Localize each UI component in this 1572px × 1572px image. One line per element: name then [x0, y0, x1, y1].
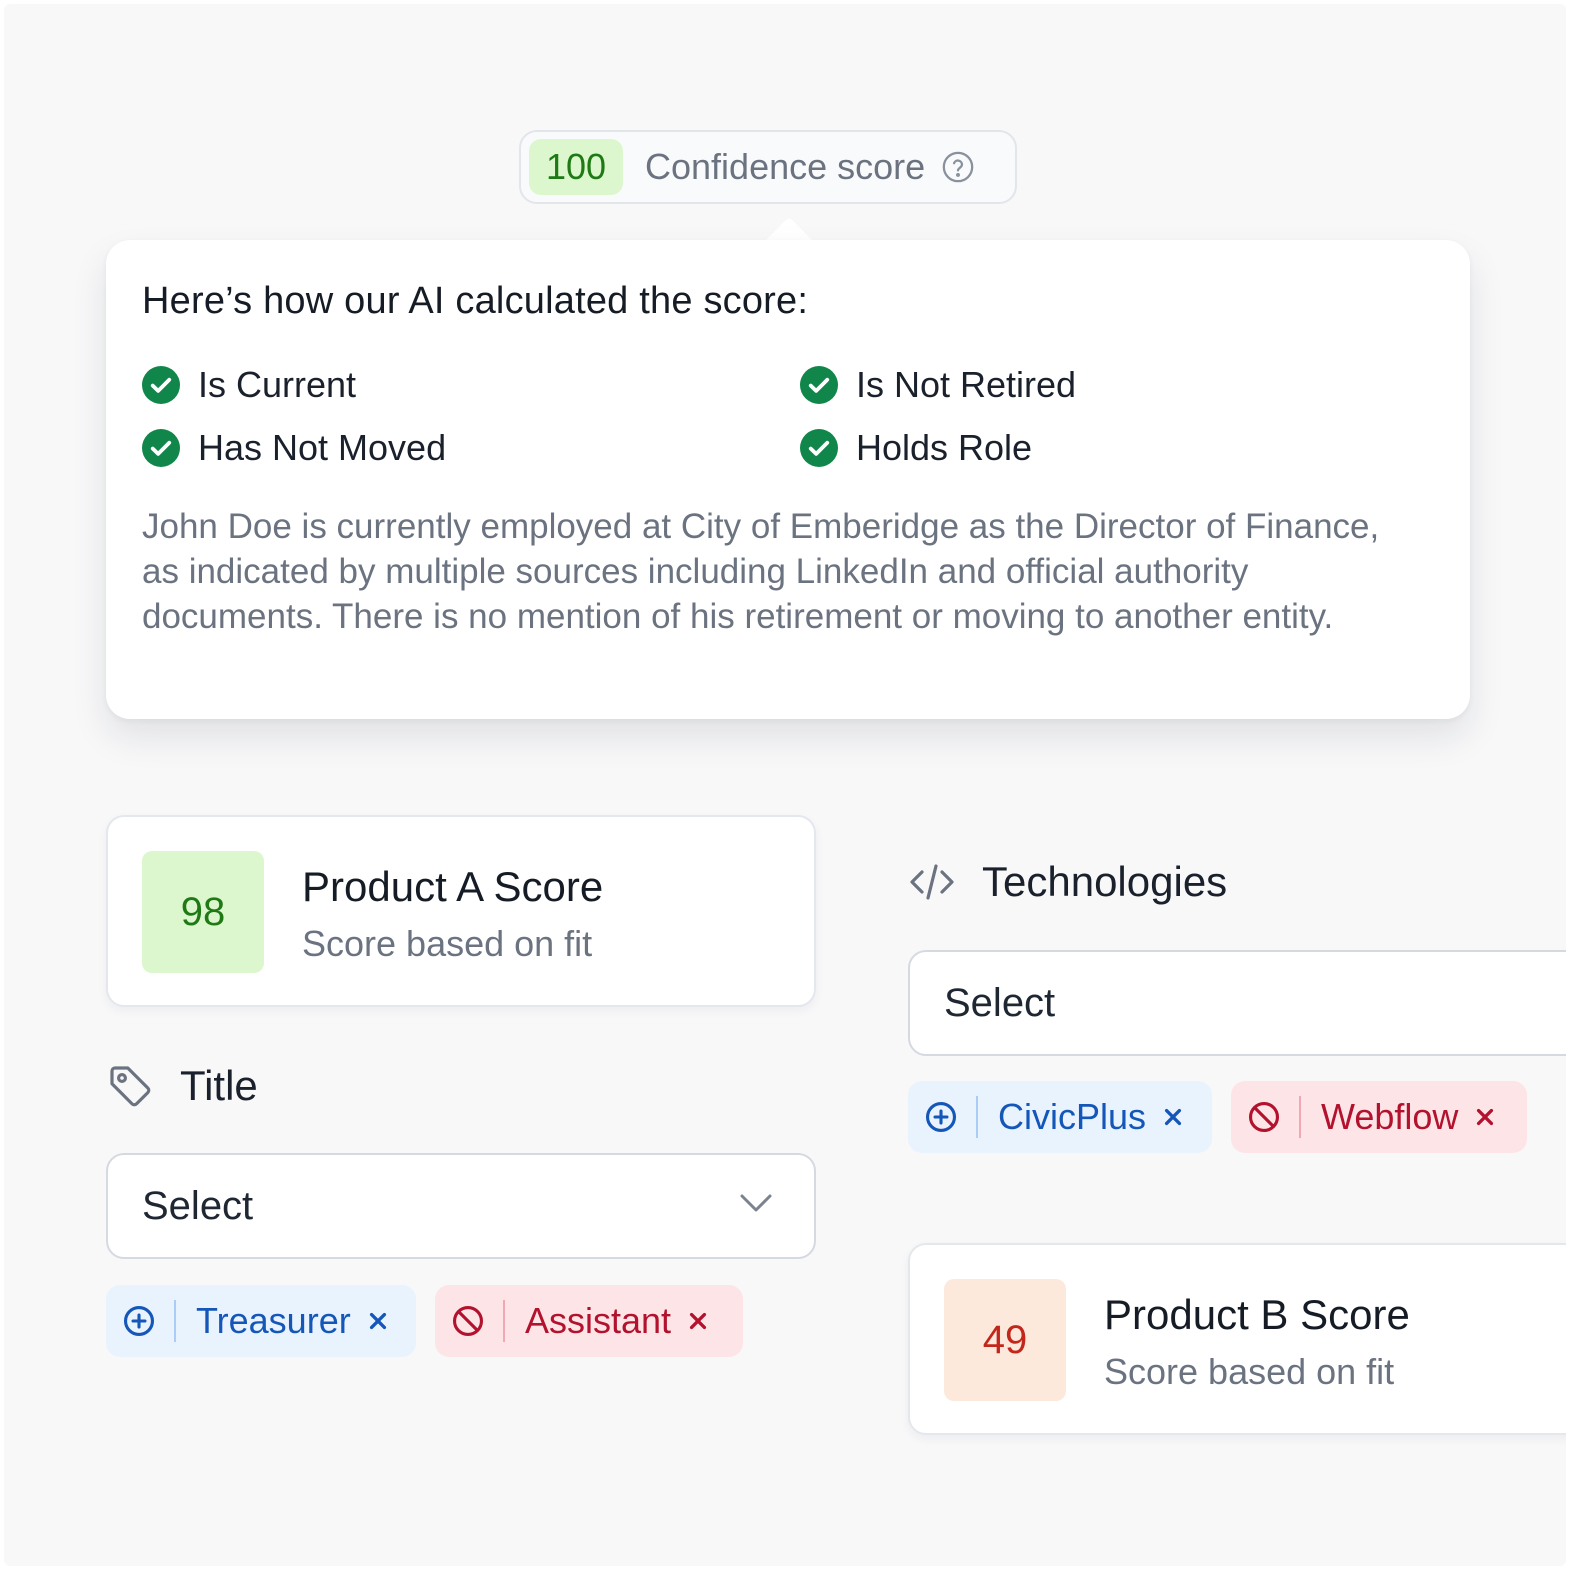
confidence-score-label: Confidence score	[645, 146, 926, 187]
check-label: Has Not Moved	[198, 427, 447, 468]
check-circle-icon	[142, 366, 180, 404]
title-select-value: Select	[142, 1183, 254, 1228]
check-circle-icon	[800, 366, 838, 404]
check-circle-icon	[142, 429, 180, 467]
question-circle-icon[interactable]	[941, 150, 975, 184]
chip-treasurer[interactable]: Treasurer	[106, 1285, 416, 1357]
title-label: Title	[180, 1062, 258, 1109]
chip-separator	[976, 1096, 978, 1138]
confidence-score-value: 100	[529, 139, 623, 195]
close-icon[interactable]	[687, 1310, 709, 1332]
technologies-label: Technologies	[982, 858, 1228, 905]
check-item-has-not-moved: Has Not Moved	[142, 427, 446, 469]
chip-civicplus[interactable]: CivicPlus	[908, 1081, 1212, 1153]
chip-label: CivicPlus	[998, 1096, 1147, 1137]
chip-label: Assistant	[525, 1300, 672, 1341]
check-item-is-current: Is Current	[142, 364, 356, 406]
check-label: Is Current	[198, 364, 357, 405]
product-a-score-subtitle: Score based on fit	[302, 923, 593, 964]
check-item-holds-role: Holds Role	[800, 427, 1032, 469]
chip-separator	[174, 1300, 176, 1342]
check-circle-icon	[800, 429, 838, 467]
chip-label: Treasurer	[196, 1300, 351, 1341]
block-icon	[1248, 1101, 1280, 1133]
product-a-score-title: Product A Score	[302, 863, 604, 910]
tooltip-description: John Doe is currently employed at City o…	[142, 507, 1380, 636]
close-icon[interactable]	[367, 1310, 389, 1332]
confidence-score-pill[interactable]: 100 Confidence score	[519, 130, 1017, 204]
plus-circle-icon	[123, 1305, 155, 1337]
canvas: 100 Confidence score Here’s how our AI c…	[4, 4, 1566, 1566]
code-icon	[910, 864, 954, 900]
product-b-score-title: Product B Score	[1104, 1291, 1410, 1338]
tag-icon	[110, 1066, 151, 1107]
chevron-down-icon	[740, 1194, 772, 1212]
product-b-score-card[interactable]: 49 Product B Score Score based on fit	[908, 1243, 1566, 1435]
close-icon[interactable]	[1474, 1106, 1496, 1128]
check-label: Holds Role	[856, 427, 1033, 468]
title-heading: Title	[106, 1062, 258, 1110]
score-explanation-tooltip: Here’s how our AI calculated the score: …	[106, 240, 1470, 719]
product-b-score-value: 49	[944, 1279, 1066, 1401]
product-a-score-value: 98	[142, 851, 264, 973]
product-b-score-subtitle: Score based on fit	[1104, 1351, 1395, 1392]
title-select[interactable]: Select	[106, 1153, 816, 1259]
chip-separator	[1299, 1096, 1301, 1138]
chip-label: Webflow	[1321, 1096, 1459, 1137]
check-item-is-not-retired: Is Not Retired	[800, 364, 1076, 406]
chip-webflow[interactable]: Webflow	[1231, 1081, 1527, 1153]
technologies-select-value: Select	[944, 980, 1056, 1025]
block-icon	[452, 1305, 484, 1337]
tooltip-heading: Here’s how our AI calculated the score:	[142, 280, 809, 322]
technologies-heading: Technologies	[908, 858, 1227, 906]
close-icon[interactable]	[1162, 1106, 1184, 1128]
plus-circle-icon	[925, 1101, 957, 1133]
product-a-score-card[interactable]: 98 Product A Score Score based on fit	[106, 815, 816, 1007]
check-label: Is Not Retired	[856, 364, 1077, 405]
chip-assistant[interactable]: Assistant	[435, 1285, 743, 1357]
technologies-select[interactable]: Select	[908, 950, 1566, 1056]
chip-separator	[503, 1300, 505, 1342]
